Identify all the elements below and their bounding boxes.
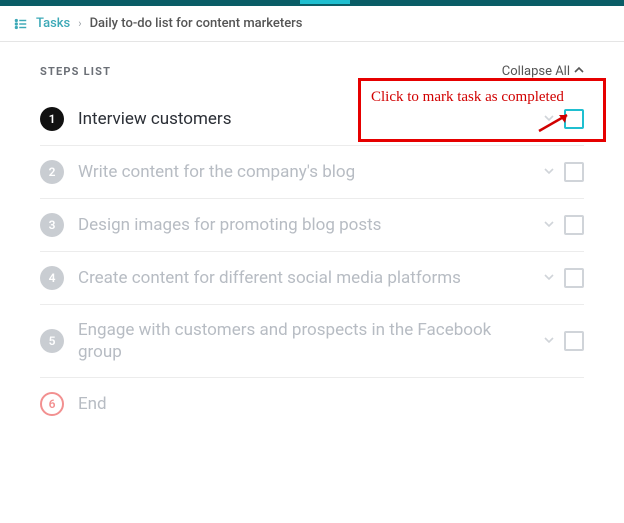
chevron-down-icon[interactable] (544, 112, 554, 126)
step-title: Create content for different social medi… (78, 267, 530, 289)
step-number-badge: 3 (40, 213, 64, 237)
step-item-end[interactable]: 6 End (40, 378, 584, 430)
breadcrumb-page-title: Daily to-do list for content marketers (90, 16, 303, 31)
step-number-badge: 5 (40, 329, 64, 353)
step-title: Write content for the company's blog (78, 161, 530, 183)
breadcrumb-tasks-link[interactable]: Tasks (36, 16, 70, 31)
step-actions (544, 331, 584, 351)
step-number-badge: 6 (40, 392, 64, 416)
complete-checkbox[interactable] (564, 215, 584, 235)
step-title: Design images for promoting blog posts (78, 214, 530, 236)
step-item[interactable]: 4 Create content for different social me… (40, 252, 584, 305)
step-actions (544, 268, 584, 288)
step-title: Interview customers (78, 108, 530, 130)
breadcrumb: Tasks › Daily to-do list for content mar… (0, 6, 624, 42)
step-number-badge: 2 (40, 160, 64, 184)
step-number-badge: 4 (40, 266, 64, 290)
step-title: Engage with customers and prospects in t… (78, 319, 530, 363)
step-actions (544, 215, 584, 235)
complete-checkbox[interactable] (564, 331, 584, 351)
main-content: STEPS LIST Collapse All 1 Interview cust… (0, 42, 624, 430)
step-title: End (78, 393, 584, 415)
chevron-down-icon[interactable] (544, 271, 554, 285)
steps-list-heading: STEPS LIST (40, 65, 111, 78)
step-item[interactable]: 1 Interview customers (40, 93, 584, 146)
collapse-all-label: Collapse All (502, 64, 570, 79)
tasks-list-icon (14, 17, 28, 31)
step-item[interactable]: 3 Design images for promoting blog posts (40, 199, 584, 252)
list-header: STEPS LIST Collapse All (40, 64, 584, 79)
chevron-down-icon[interactable] (544, 218, 554, 232)
chevron-right-icon: › (78, 17, 81, 30)
complete-checkbox[interactable] (564, 109, 584, 129)
chevron-down-icon[interactable] (544, 165, 554, 179)
step-item[interactable]: 2 Write content for the company's blog (40, 146, 584, 199)
step-number-badge: 1 (40, 107, 64, 131)
step-actions (544, 109, 584, 129)
chevron-down-icon[interactable] (544, 334, 554, 348)
step-item[interactable]: 5 Engage with customers and prospects in… (40, 305, 584, 378)
complete-checkbox[interactable] (564, 268, 584, 288)
collapse-all-button[interactable]: Collapse All (502, 64, 584, 79)
chevron-up-icon (574, 64, 584, 79)
app-topbar (0, 0, 624, 6)
step-actions (544, 162, 584, 182)
complete-checkbox[interactable] (564, 162, 584, 182)
